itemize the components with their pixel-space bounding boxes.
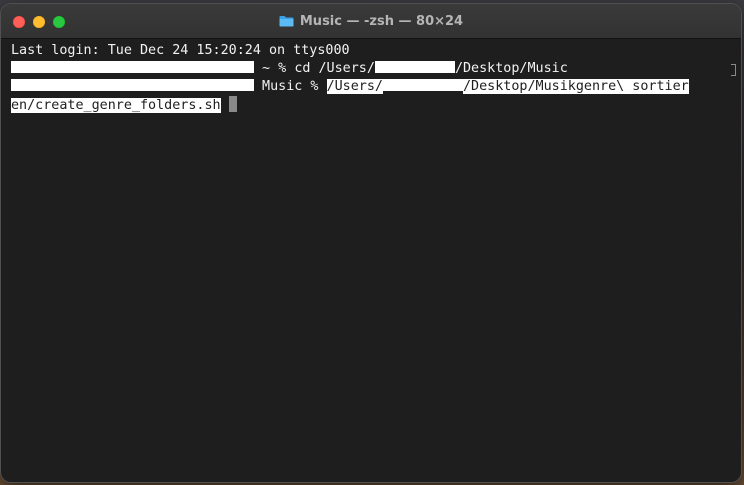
- scroll-marker: [731, 64, 736, 76]
- redacted-hostname: [11, 61, 254, 73]
- window-title: Music — -zsh — 80×24: [299, 13, 464, 29]
- cd-command-prefix: cd /Users/: [294, 61, 375, 76]
- terminal-window: Music — -zsh — 80×24 Last login: Tue Dec…: [1, 4, 741, 482]
- command-line-script: Music % /Users/ /Desktop/Musikgenre\ sort…: [11, 78, 689, 96]
- redacted-username: [383, 79, 463, 91]
- text-cursor: [228, 96, 237, 112]
- script-path-continuation: en/create_genre_folders.sh: [11, 98, 221, 113]
- window-title-container: Music — -zsh — 80×24: [1, 4, 741, 38]
- last-login-line: Last login: Tue Dec 24 15:20:24 on ttys0…: [11, 43, 350, 58]
- command-line-cd: ~ % cd /Users/ /Desktop/Music: [11, 60, 568, 78]
- prompt-music: Music %: [254, 79, 327, 94]
- redacted-username: [374, 61, 455, 73]
- script-path-prefix: /Users/: [326, 79, 383, 94]
- terminal-output[interactable]: Last login: Tue Dec 24 15:20:24 on ttys0…: [11, 42, 733, 474]
- redacted-hostname: [11, 79, 254, 91]
- script-path-suffix: /Desktop/Musikgenre\ sortier: [463, 79, 689, 94]
- cd-command-suffix: /Desktop/Music: [454, 61, 568, 76]
- command-line-continuation: en/create_genre_folders.sh: [11, 96, 237, 114]
- title-bar[interactable]: Music — -zsh — 80×24: [1, 4, 741, 39]
- prompt-home: ~ %: [254, 61, 295, 76]
- folder-icon: [279, 15, 294, 27]
